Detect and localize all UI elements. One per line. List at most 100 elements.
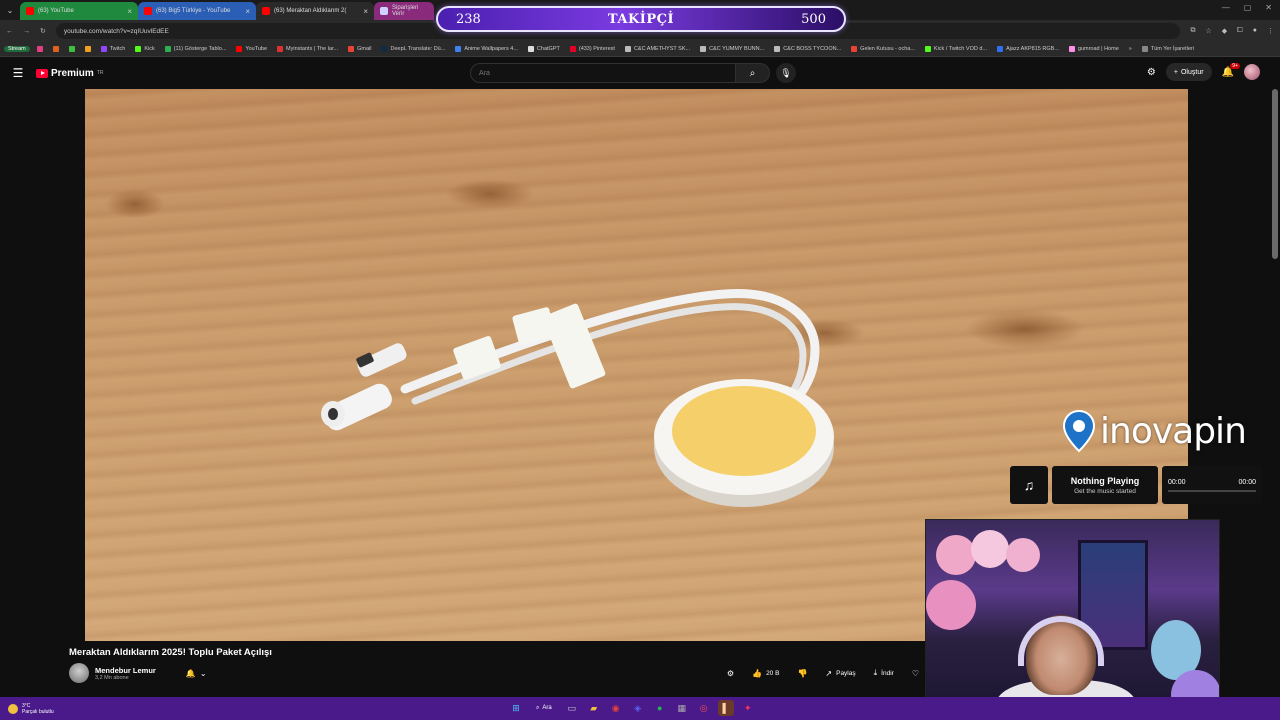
video-title: Meraktan Aldıklarım 2025! Toplu Paket Aç… xyxy=(69,647,272,658)
weather-widget[interactable]: 3°C Parçalı bulutlu xyxy=(0,703,54,715)
bookmark-item[interactable]: Kick / Twitch VOD d... xyxy=(922,46,990,52)
discord-icon[interactable]: ◈ xyxy=(630,700,646,716)
bookmarks-overflow-icon[interactable]: » xyxy=(1126,46,1135,52)
bookmark-star-icon[interactable]: ☆ xyxy=(1205,27,1211,35)
profile-icon[interactable]: ● xyxy=(1253,27,1257,35)
bookmark-item[interactable]: (11) Gösterge Tablo... xyxy=(162,46,230,52)
chrome-icon[interactable]: ◉ xyxy=(608,700,624,716)
bookmark-label: Gmail xyxy=(357,46,372,52)
bookmark-item[interactable]: Tüm Yer İşaretleri xyxy=(1139,46,1197,52)
search-input[interactable] xyxy=(470,63,736,83)
youtube-favicon-icon xyxy=(262,7,270,15)
app-icon[interactable]: ▌ xyxy=(717,700,734,716)
bookmark-item[interactable] xyxy=(66,46,78,52)
bookmark-item[interactable]: Myinstants | The lar... xyxy=(274,46,341,52)
voice-search-icon[interactable]: 🎙 xyxy=(776,63,796,83)
gmail-icon xyxy=(348,46,355,52)
app-icon[interactable]: ▦ xyxy=(674,700,690,716)
twitch-icon xyxy=(100,46,107,52)
back-icon[interactable]: ← xyxy=(6,28,13,35)
windows-start-icon[interactable]: ⊞ xyxy=(508,700,524,716)
bookmark-item[interactable]: ChatGPT xyxy=(525,46,563,52)
channel-row: Mendebur Lemur 3,2 Mn abone 🔔 ⌄ xyxy=(69,663,213,683)
thumbs-up-icon: 👍 xyxy=(752,668,763,678)
music-note-icon: ♫ xyxy=(1010,466,1048,504)
download-button[interactable]: ⤓ İndir xyxy=(867,665,900,681)
browser-tab[interactable]: Siparişleri Verir xyxy=(374,2,434,20)
reload-icon[interactable]: ↻ xyxy=(40,27,46,35)
time-total: 00:00 xyxy=(1238,478,1256,486)
tab-label: (63) YouTube xyxy=(38,8,74,14)
channel-name[interactable]: Mendebur Lemur xyxy=(95,666,156,675)
browser-tab[interactable]: (63) Big5 Türkiye - YouTube × xyxy=(138,2,256,20)
extension-icon[interactable]: ◆ xyxy=(1222,27,1227,35)
notification-count: 9+ xyxy=(1230,62,1240,69)
bookmark-item[interactable]: Anime Wallpapers 4... xyxy=(452,46,521,52)
bookmark-label: Tüm Yer İşaretleri xyxy=(1150,46,1194,52)
music-progress: 00:00 00:00 xyxy=(1162,466,1262,504)
search-button[interactable]: ⌕ xyxy=(736,63,770,83)
video-info: Meraktan Aldıklarım 2025! Toplu Paket Aç… xyxy=(0,641,925,697)
bookmark-item[interactable]: Stream xyxy=(4,46,30,52)
sponsor-logo: inovapin xyxy=(1062,406,1272,456)
thanks-button[interactable]: ♡ xyxy=(905,665,925,681)
bookmark-item[interactable] xyxy=(50,46,62,52)
create-button[interactable]: + Oluştur xyxy=(1165,63,1212,81)
minimize-icon[interactable]: — xyxy=(1222,3,1230,12)
bookmark-item[interactable]: YouTube xyxy=(233,46,270,52)
settings-gear-icon[interactable]: ⚙ xyxy=(1147,67,1156,78)
progress-bar xyxy=(1168,489,1256,492)
menu-dots-icon[interactable]: ⋮ xyxy=(1267,27,1274,35)
settings-button[interactable]: ⚙ xyxy=(720,665,741,681)
tab-close-icon[interactable]: × xyxy=(127,7,132,16)
maximize-icon[interactable]: ▢ xyxy=(1244,3,1252,12)
install-icon[interactable]: ⧉ xyxy=(1190,27,1195,35)
file-explorer-icon[interactable]: ▰ xyxy=(586,700,602,716)
bookmark-icon xyxy=(36,46,43,52)
bookmark-label: Twitch xyxy=(109,46,126,52)
share-button[interactable]: ↗ Paylaş xyxy=(819,665,862,681)
browser-tab[interactable]: (63) YouTube × xyxy=(20,2,138,20)
bookmark-item[interactable]: C&C AMETHYST SK... xyxy=(622,46,693,52)
close-window-icon[interactable]: ✕ xyxy=(1265,3,1272,12)
bookmark-item[interactable]: Twitch xyxy=(98,46,129,52)
notifications-bell-icon[interactable]: 🔔 9+ xyxy=(1222,62,1240,78)
bookmark-icon xyxy=(774,46,781,52)
account-avatar[interactable] xyxy=(1244,64,1260,80)
dislike-button[interactable]: 👎 xyxy=(791,665,814,681)
map-pin-icon xyxy=(1062,409,1096,453)
extensions-puzzle-icon[interactable]: ⧠ xyxy=(1237,27,1243,35)
bookmark-item[interactable]: gumroad | Home xyxy=(1066,46,1122,52)
bookmark-item[interactable]: Kick xyxy=(132,46,157,52)
bookmark-item[interactable] xyxy=(34,46,46,52)
app-icon[interactable]: ✦ xyxy=(740,700,756,716)
youtube-logo[interactable]: Premium TR xyxy=(36,68,103,79)
tab-search-icon[interactable]: ⌄ xyxy=(0,6,20,15)
bookmark-item[interactable]: C&C YUMMY BUNN... xyxy=(697,46,767,52)
tab-close-icon[interactable]: × xyxy=(363,7,368,16)
bookmark-label: Gelen Kutusu - ocha... xyxy=(860,46,915,52)
taskbar-search[interactable]: ⌕ Ara xyxy=(530,700,558,716)
bookmark-label: gumroad | Home xyxy=(1077,46,1119,52)
bookmark-item[interactable]: Gelen Kutusu - ocha... xyxy=(848,46,918,52)
gmail-icon xyxy=(851,46,858,52)
forward-icon[interactable]: → xyxy=(23,28,30,35)
bookmark-item[interactable]: DeepL Translate: Dü... xyxy=(378,46,448,52)
bookmark-item[interactable]: C&C BOSS TYCOON... xyxy=(771,46,844,52)
browser-tab-active[interactable]: (63) Meraktan Aldıklarım 2( × xyxy=(256,2,374,20)
channel-avatar[interactable] xyxy=(69,663,89,683)
obs-icon[interactable]: ◎ xyxy=(696,700,712,716)
bookmark-item[interactable]: Gmail xyxy=(345,46,374,52)
like-button[interactable]: 👍 20 B xyxy=(746,665,786,681)
bookmark-item[interactable]: (433) Pinterest xyxy=(567,46,618,52)
menu-hamburger-icon[interactable]: ☰ xyxy=(0,66,36,80)
pinterest-icon xyxy=(569,46,576,52)
page-scrollbar[interactable] xyxy=(1272,89,1278,259)
spotify-icon[interactable]: ● xyxy=(652,700,668,716)
tab-close-icon[interactable]: × xyxy=(245,7,250,16)
bookmark-label: (11) Gösterge Tablo... xyxy=(173,46,227,52)
bookmark-item[interactable]: Ajazz AKP815 RGB... xyxy=(994,46,1062,52)
task-view-icon[interactable]: ▭ xyxy=(564,700,580,716)
subscription-bell-button[interactable]: 🔔 ⌄ xyxy=(180,665,213,681)
bookmark-item[interactable] xyxy=(82,46,94,52)
